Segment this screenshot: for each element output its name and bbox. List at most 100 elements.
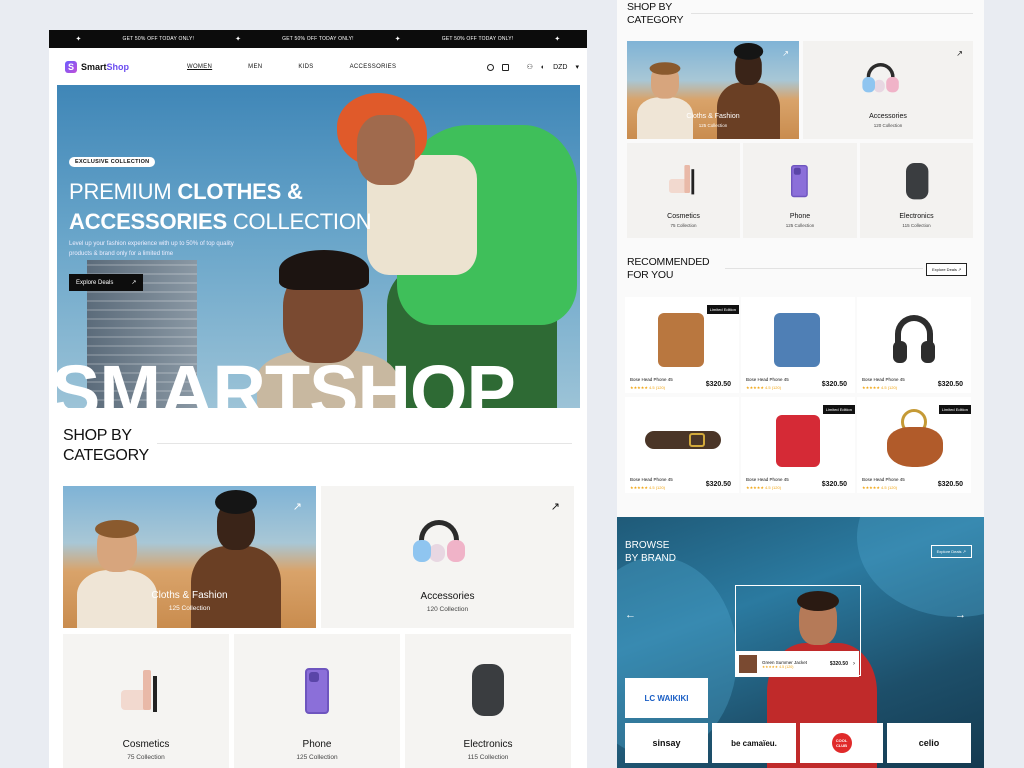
category-card-fashion[interactable]: ↗ Cloths & Fashion 125 Collection [627, 41, 799, 139]
product-price: $320.50 [829, 661, 848, 667]
category-name: Cosmetics [667, 213, 700, 220]
globe-icon: ◐ [540, 63, 546, 71]
section-title: RECOMMENDED FOR YOU [627, 256, 710, 281]
belt-image [625, 403, 739, 471]
cosmetics-image [669, 165, 697, 196]
promo-text: GET 50% OFF TODAY ONLY! [282, 36, 354, 42]
hero-description: Level up your fashion experience with up… [69, 241, 234, 257]
collection-badge: EXCLUSIVE COLLECTION [69, 157, 156, 167]
divider [691, 13, 973, 14]
menu-item-women[interactable]: WOMEN [187, 64, 212, 70]
menu-item-accessories[interactable]: ACCESSORIES [350, 64, 397, 70]
category-card-electronics[interactable]: Electronics 115 Collection [405, 634, 571, 768]
category-card-phone[interactable]: Phone 125 Collection [234, 634, 400, 768]
explore-deals-button[interactable]: Explore Deals ↗ [930, 545, 972, 558]
category-name: Cloths & Fashion [686, 113, 740, 120]
product-card[interactable]: Limited Edition Bose Head Phone 45 ★★★★★… [741, 397, 855, 493]
product-price: $320.50 [705, 481, 731, 488]
category-card-cosmetics[interactable]: Cosmetics 75 Collection [63, 634, 229, 768]
category-count: 120 Collection [873, 123, 903, 128]
arrow-up-right-icon: ↗ [131, 280, 137, 286]
divider [157, 443, 572, 444]
category-name: Phone [302, 739, 332, 750]
category-card-electronics[interactable]: Electronics 115 Collection [860, 143, 973, 238]
product-name: Bose Head Phone 45 [746, 377, 789, 382]
arrow-right-icon[interactable]: → [955, 609, 966, 621]
product-card[interactable]: Limited Edition Bose Head Phone 45 ★★★★★… [857, 397, 971, 493]
menu-item-kids[interactable]: KIDS [298, 64, 313, 70]
arrow-left-icon[interactable]: ← [625, 609, 636, 621]
main-nav: S SmartShop WOMEN MEN KIDS ACCESSORIES ⚇… [49, 48, 587, 86]
section-title: SHOP BY CATEGORY [627, 1, 684, 26]
logo-text: SmartShop [81, 62, 130, 72]
landing-page: ✦ GET 50% OFF TODAY ONLY! ✦ GET 50% OFF … [49, 30, 587, 768]
chevron-down-icon[interactable]: ▾ [575, 63, 579, 71]
product-rating: ★★★★★ 4.5 (120) [746, 485, 782, 490]
category-count: 125 Collection [698, 123, 728, 128]
hero-title: PREMIUM CLOTHES & ACCESSORIES COLLECTION [69, 179, 372, 234]
category-count: 115 Collection [467, 754, 509, 761]
brand-sinsay[interactable]: sinsay [625, 723, 708, 763]
explore-deals-button[interactable]: Explore Deals ↗ [926, 263, 968, 276]
product-price: $320.50 [937, 381, 963, 388]
product-card[interactable]: Bose Head Phone 45 ★★★★★ 4.5 (120) $320.… [857, 297, 971, 393]
category-card-fashion[interactable]: ↗ Cloths & Fashion 125 Collection [63, 486, 316, 628]
product-card[interactable]: Limited Edition Bose Head Phone 45 ★★★★★… [625, 297, 739, 393]
sparkle-icon: ✦ [394, 36, 401, 43]
category-card-phone[interactable]: Phone 125 Collection [743, 143, 857, 238]
promo-text: GET 50% OFF TODAY ONLY! [122, 36, 195, 42]
product-name: Bose Head Phone 45 [630, 377, 673, 382]
product-card[interactable]: Bose Head Phone 45 ★★★★★ 4.5 (120) $320.… [625, 397, 739, 493]
headphones-image [861, 63, 900, 94]
phone-image [791, 165, 808, 198]
arrow-up-right-icon: ↗ [962, 549, 966, 554]
category-name: Phone [789, 213, 811, 220]
brand-celio[interactable]: celio [887, 723, 971, 763]
logo[interactable]: S SmartShop [65, 61, 129, 73]
hero-banner: EXCLUSIVE COLLECTION PREMIUM CLOTHES & A… [57, 85, 580, 408]
product-thumbnail [739, 655, 757, 673]
category-card-cosmetics[interactable]: Cosmetics 75 Collection [627, 143, 740, 238]
brand-becamaieu[interactable]: be camaïeu. [712, 723, 796, 763]
user-icon[interactable]: ⚇ [527, 63, 533, 71]
brand-lcwaikiki[interactable]: LC WAIKIKI [625, 678, 708, 718]
currency-select[interactable]: DZD [553, 64, 567, 71]
category-count: 125 Collection [296, 754, 338, 761]
brand-coolclub[interactable]: COOL CLUB [800, 723, 883, 763]
headphones-image [411, 520, 467, 564]
category-count: 120 Collection [426, 606, 469, 613]
product-price: $320.50 [937, 481, 963, 488]
product-rating: ★★★★★ 4.5 (120) [630, 385, 666, 390]
sparkle-icon: ✦ [235, 36, 242, 43]
category-name: Electronics [899, 213, 934, 220]
category-name: Cosmetics [122, 739, 170, 750]
category-count: 115 Collection [902, 223, 931, 228]
category-name: Accessories [869, 113, 907, 120]
product-name: Green Summer Jacket [762, 659, 808, 665]
limited-edition-badge: Limited Edition [822, 405, 855, 414]
promo-bar: ✦ GET 50% OFF TODAY ONLY! ✦ GET 50% OFF … [49, 30, 587, 48]
brand-section: BROWSE BY BRAND Explore Deals ↗ ← → Gree… [617, 517, 984, 768]
arrow-up-right-icon: ↗ [958, 267, 962, 272]
product-card[interactable]: Bose Head Phone 45 ★★★★★ 4.5 (120) $320.… [741, 297, 855, 393]
promo-text: GET 50% OFF TODAY ONLY! [441, 36, 514, 42]
category-name: Electronics [463, 739, 513, 750]
product-rating: ★★★★★ 4.5 (120) [746, 385, 782, 390]
section-title: SHOP BY CATEGORY [63, 427, 149, 464]
category-card-accessories[interactable]: ↗ Accessories 120 Collection [321, 486, 574, 628]
product-name: Bose Head Phone 45 [746, 477, 789, 482]
cart-icon[interactable] [501, 63, 509, 71]
detail-page: SHOP BY CATEGORY ↗ Cloths & Fashion 125 … [617, 0, 984, 768]
menu: WOMEN MEN KIDS ACCESSORIES [187, 64, 396, 70]
limited-edition-badge: Limited Edition [938, 405, 971, 414]
explore-deals-button[interactable]: Explore Deals ↗ [69, 274, 144, 291]
nav-actions: ⚇ ◐ DZD ▾ [486, 63, 579, 71]
menu-item-men[interactable]: MEN [248, 64, 262, 70]
product-name: Bose Head Phone 45 [630, 477, 673, 482]
category-count: 75 Collection [670, 223, 697, 228]
search-icon[interactable] [486, 63, 494, 71]
arrow-up-right-icon: ↗ [956, 49, 963, 58]
product-hotspot-card[interactable]: Green Summer Jacket ★★★★★ 4.5 (120) $320… [735, 651, 859, 677]
category-card-accessories[interactable]: ↗ Accessories 120 Collection [803, 41, 973, 139]
product-rating: ★★★★★ 4.5 (120) [862, 385, 898, 390]
